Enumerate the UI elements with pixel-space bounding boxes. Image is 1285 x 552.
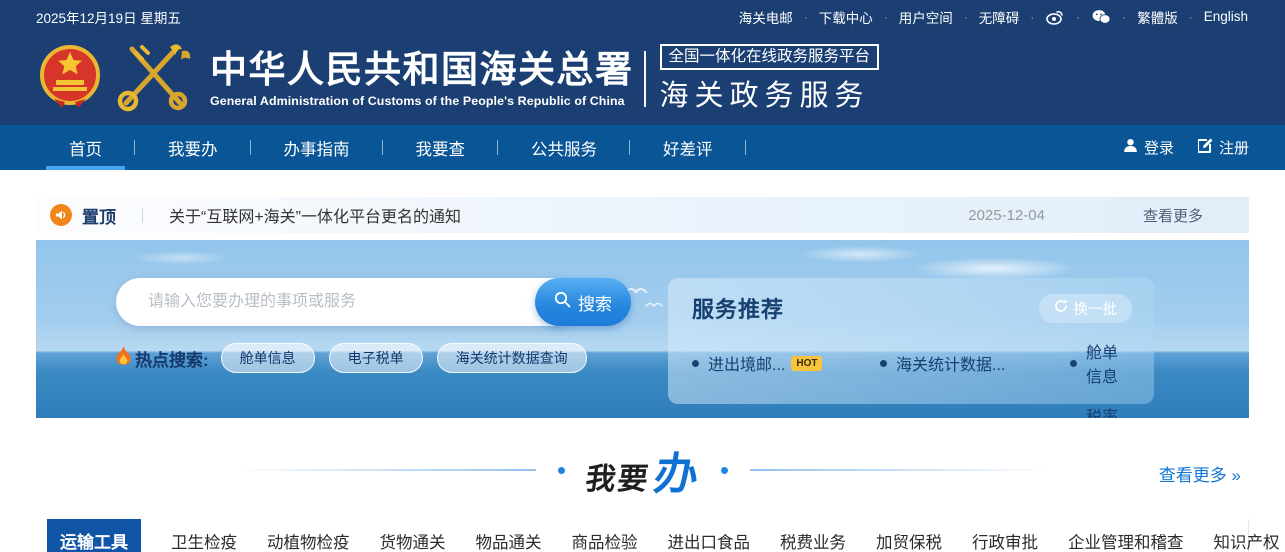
- nav-item-public-service[interactable]: 公共服务: [498, 125, 630, 170]
- notice-date: 2025-12-04: [968, 206, 1045, 224]
- tab-admin-approval[interactable]: 行政审批: [972, 519, 1038, 552]
- toplink-mail[interactable]: 海关电邮: [739, 7, 793, 27]
- nav-item-query[interactable]: 我要查: [383, 125, 499, 170]
- toplink-download[interactable]: 下载中心: [819, 7, 873, 27]
- hot-pill-stats[interactable]: 海关统计数据查询: [436, 343, 587, 373]
- topbar: 2025年12月19日 星期五 海关电邮 · 下载中心 · 用户空间 · 无障碍…: [0, 0, 1285, 33]
- main-nav: 首页 我要办 办事指南 我要查 公共服务 好差评 登录 注册: [0, 125, 1285, 170]
- service-panel-header: 服务推荐 换一批: [692, 292, 1132, 324]
- section-heading: 我要 办 查看更多 »: [36, 435, 1249, 505]
- tab-ipr[interactable]: 知识产权: [1214, 519, 1280, 552]
- speaker-icon: [50, 204, 72, 226]
- tab-tax[interactable]: 税费业务: [780, 519, 846, 552]
- hot-pill-etax[interactable]: 电子税单: [328, 343, 423, 373]
- masthead: 2025年12月19日 星期五 海关电邮 · 下载中心 · 用户空间 · 无障碍…: [0, 0, 1285, 125]
- fire-icon: [116, 346, 131, 370]
- register-button[interactable]: 注册: [1196, 137, 1249, 158]
- site-header: 中华人民共和国海关总署 General Administration of Cu…: [0, 33, 1285, 125]
- register-icon: [1196, 138, 1213, 157]
- pinned-tag: 置顶: [82, 207, 116, 227]
- site-title: 中华人民共和国海关总署: [210, 49, 634, 91]
- service-items: 进出境邮... HOT 海关统计数据... 舱单信息 企业信息公示 知识产权备案: [692, 339, 1132, 418]
- nav-item-guide[interactable]: 办事指南: [251, 125, 383, 170]
- tab-animal-plant[interactable]: 动植物检疫: [267, 519, 350, 552]
- toplink-accessibility[interactable]: 无障碍: [979, 7, 1020, 27]
- toplink-userspace[interactable]: 用户空间: [899, 7, 953, 27]
- bullet-dot: [880, 359, 887, 367]
- weibo-icon[interactable]: [1045, 7, 1065, 27]
- tab-cargo-clearance[interactable]: 货物通关: [380, 519, 446, 552]
- refresh-icon: [1054, 299, 1068, 317]
- refresh-batch-button[interactable]: 换一批: [1038, 293, 1132, 323]
- nav-item-review[interactable]: 好差评: [630, 125, 746, 170]
- notice-divider: [142, 207, 143, 223]
- dot-separator: ·: [1188, 9, 1193, 24]
- toplink-traditional[interactable]: 繁體版: [1137, 7, 1178, 27]
- dot-separator: ·: [1030, 9, 1035, 24]
- bullet-dot: [1070, 359, 1077, 367]
- platform-name: 海关政务服务: [659, 80, 870, 112]
- notice-more-link[interactable]: 查看更多: [1143, 205, 1203, 226]
- site-subtitle: General Administration of Customs of the…: [210, 93, 625, 108]
- platform-block: 全国一体化在线政务服务平台 海关政务服务: [659, 44, 880, 114]
- section-more-link[interactable]: 查看更多 »: [1159, 461, 1241, 486]
- nav-item-apply[interactable]: 我要办: [135, 125, 251, 170]
- site-title-block: 中华人民共和国海关总署 General Administration of Cu…: [210, 49, 634, 108]
- heading-dot-right: [720, 466, 728, 474]
- platform-badge: 全国一体化在线政务服务平台: [659, 44, 880, 70]
- customs-emblem-icon: [110, 41, 196, 118]
- topbar-links: 海关电邮 · 下载中心 · 用户空间 · 无障碍 · · · 繁體版 · Eng…: [739, 7, 1248, 27]
- service-item-manifest[interactable]: 舱单信息: [1070, 339, 1132, 387]
- search-button[interactable]: 搜索: [535, 278, 631, 326]
- user-icon: [1123, 138, 1138, 157]
- service-item-company-info[interactable]: 企业信息公示: [692, 403, 880, 418]
- dot-separator: ·: [1122, 9, 1127, 24]
- dot-separator: ·: [1076, 9, 1081, 24]
- hot-search-label: 热点搜索:: [116, 346, 209, 371]
- heading-line-right: [749, 469, 1050, 471]
- wechat-icon[interactable]: [1091, 7, 1111, 27]
- service-item-stats[interactable]: 海关统计数据...: [880, 339, 1070, 387]
- nav-auth: 登录 注册: [1123, 125, 1249, 170]
- pinned-notice-bar: 置顶 关于“互联网+海关”一体化平台更名的通知 2025-12-04 查看更多: [36, 197, 1249, 233]
- tab-health-quarantine[interactable]: 卫生检疫: [171, 519, 237, 552]
- category-tabs: 运输工具 卫生检疫 动植物检疫 货物通关 物品通关 商品检验 进出口食品 税费业…: [36, 519, 1280, 552]
- nav-item-home[interactable]: 首页: [36, 125, 135, 170]
- hero-banner: 搜索 热点搜索: 舱单信息 电子税单 海关统计数据查询 服务推荐 换一批: [36, 240, 1249, 418]
- toplink-english[interactable]: English: [1204, 9, 1248, 24]
- hot-search-row: 热点搜索: 舱单信息 电子税单 海关统计数据查询: [116, 343, 587, 373]
- chevron-right-icon: »: [1231, 466, 1241, 485]
- tab-bonded-trade[interactable]: 加贸保税: [876, 519, 942, 552]
- national-emblem-icon: [40, 42, 100, 117]
- search-area: 搜索: [116, 278, 631, 326]
- service-item-tariff[interactable]: 税率查询: [1070, 403, 1132, 418]
- current-date: 2025年12月19日 星期五: [36, 10, 181, 26]
- tab-goods-clearance[interactable]: 物品通关: [476, 519, 542, 552]
- dot-separator: ·: [883, 9, 888, 24]
- hot-pills: 舱单信息 电子税单 海关统计数据查询: [220, 343, 587, 373]
- tab-transport[interactable]: 运输工具: [47, 519, 141, 552]
- header-divider: [643, 51, 646, 107]
- service-item-ipr[interactable]: 知识产权备案: [880, 403, 1070, 418]
- dot-separator: ·: [963, 9, 968, 24]
- notice-title-link[interactable]: 关于“互联网+海关”一体化平台更名的通知: [169, 203, 968, 227]
- dot-separator: ·: [803, 9, 808, 24]
- bullet-dot: [692, 359, 699, 367]
- hot-badge: HOT: [791, 355, 823, 371]
- hot-pill-manifest[interactable]: 舱单信息: [220, 343, 315, 373]
- search-input[interactable]: [116, 278, 578, 326]
- heading-dot-left: [557, 466, 565, 474]
- tab-commodity-inspection[interactable]: 商品检验: [572, 519, 638, 552]
- section-title: 我要 办: [582, 450, 702, 499]
- heading-line-left: [235, 469, 536, 471]
- tab-food-import-export[interactable]: 进出口食品: [668, 519, 751, 552]
- service-panel-title: 服务推荐: [692, 297, 785, 322]
- service-recommend-panel: 服务推荐 换一批 进出境邮... HOT 海关统计数据... 舱单信息 税率: [668, 278, 1154, 418]
- login-button[interactable]: 登录: [1123, 137, 1174, 158]
- search-icon: [554, 291, 571, 313]
- service-item-postal[interactable]: 进出境邮... HOT: [692, 339, 880, 387]
- tab-enterprise-audit[interactable]: 企业管理和稽查: [1068, 519, 1184, 552]
